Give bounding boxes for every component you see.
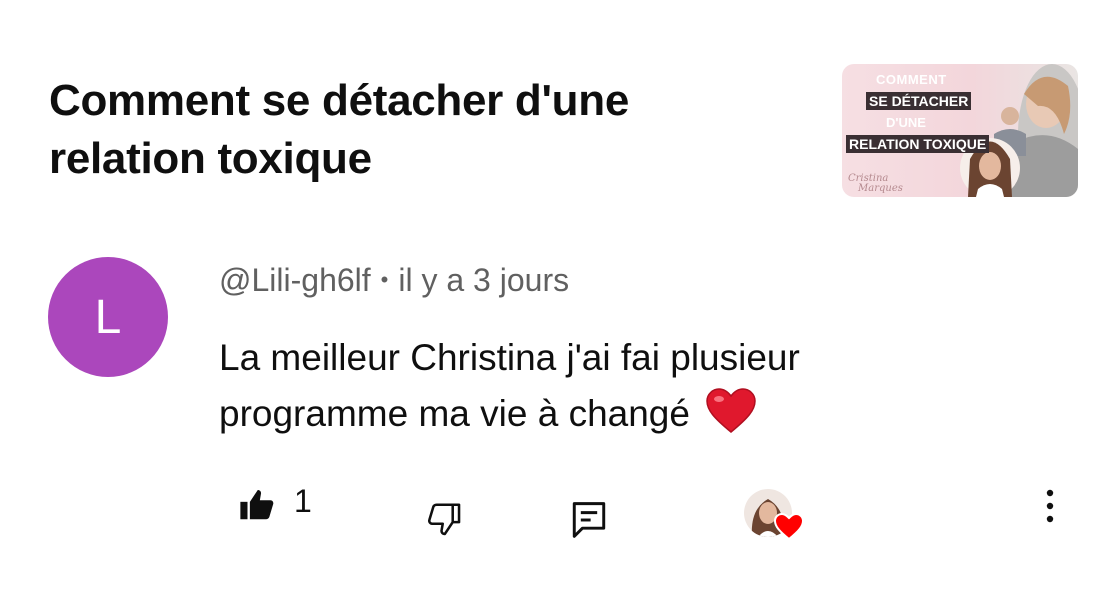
brand-line2: Marques: [858, 183, 903, 194]
reply-button[interactable]: [571, 500, 607, 545]
meta-separator: •: [380, 267, 389, 292]
creator-heart-icon: [773, 512, 805, 546]
dislike-button[interactable]: [425, 500, 463, 543]
video-thumbnail[interactable]: COMMENT SE DÉTACHER D'UNE RELATION TOXIQ…: [842, 64, 1078, 197]
like-count: 1: [294, 483, 312, 519]
thumb-up-filled-icon: [238, 486, 276, 529]
avatar-letter: L: [94, 290, 122, 344]
like-button[interactable]: 1: [238, 483, 312, 529]
comment-meta: @Lili-gh6lf • il y a 3 jours: [219, 262, 569, 299]
reply-comment-icon: [571, 500, 607, 545]
red-heart-emoji: [706, 388, 757, 450]
video-title[interactable]: Comment se détacher d'une relation toxiq…: [49, 72, 769, 188]
comment-time[interactable]: il y a 3 jours: [398, 262, 569, 298]
thumbnail-text-line2: SE DÉTACHER: [866, 92, 972, 110]
comment-body: La meilleur Christina j'ai fai plusieur …: [219, 330, 939, 450]
thumb-down-icon: [425, 500, 463, 543]
more-vertical-icon: [1038, 488, 1062, 531]
thumbnail-text-line1: COMMENT: [876, 72, 947, 87]
thumbnail-brand-logo: Cristina Marques: [848, 174, 903, 194]
thumbnail-text-line4: RELATION TOXIQUE: [846, 135, 990, 153]
more-options-button[interactable]: [1038, 488, 1062, 531]
comment-author[interactable]: @Lili-gh6lf: [219, 262, 371, 298]
commenter-avatar[interactable]: L: [48, 257, 168, 377]
thumbnail-text-line3: D'UNE: [886, 115, 926, 130]
creator-heart-badge[interactable]: [744, 489, 808, 545]
